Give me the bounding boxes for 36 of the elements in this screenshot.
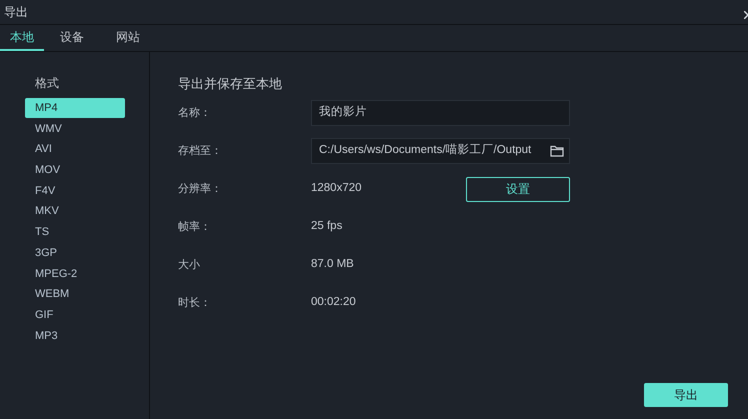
panel-title: 导出并保存至本地: [178, 75, 283, 93]
export-button[interactable]: 导出: [644, 383, 728, 407]
format-item[interactable]: 3GP: [25, 242, 125, 263]
field-value: 1280x720: [311, 181, 363, 196]
format-item[interactable]: GIF: [25, 304, 125, 325]
field-label: 分辨率：: [178, 182, 223, 197]
format-item[interactable]: MKV: [25, 201, 125, 222]
field-value: 25 fps: [311, 219, 344, 234]
tab[interactable]: 设备: [44, 25, 100, 51]
field-label: 帧率：: [178, 220, 212, 235]
field-label: 存档至：: [178, 144, 223, 159]
path-field[interactable]: C:/Users/ws/Documents/喵影工厂/Output: [311, 138, 570, 164]
folder-icon[interactable]: [550, 145, 564, 157]
field-label: 时长：: [178, 296, 212, 311]
close-icon[interactable]: [744, 11, 748, 19]
format-item[interactable]: WEBM: [25, 284, 125, 304]
format-item[interactable]: WMV: [25, 118, 125, 139]
format-item[interactable]: TS: [25, 222, 125, 242]
field-label: 名称：: [178, 106, 212, 121]
settings-button[interactable]: 设置: [466, 176, 570, 202]
tab[interactable]: 网站: [100, 25, 156, 51]
field-label: 大小: [178, 258, 201, 273]
field-value: 我的影片: [319, 104, 367, 120]
field-value: C:/Users/ws/Documents/喵影工厂/Output: [319, 142, 532, 158]
tab[interactable]: 本地: [0, 25, 44, 51]
field-value: 87.0 MB: [311, 257, 355, 272]
format-item[interactable]: F4V: [25, 180, 125, 201]
format-item[interactable]: AVI: [25, 139, 125, 160]
name-field[interactable]: 我的影片: [311, 100, 570, 126]
format-item[interactable]: MP3: [25, 326, 125, 346]
window-title: 导出: [4, 4, 28, 21]
format-item[interactable]: MPEG-2: [25, 264, 125, 284]
section-heading: 格式: [34, 75, 60, 92]
format-item[interactable]: MOV: [25, 160, 125, 180]
field-value: 00:02:20: [311, 295, 357, 310]
format-item[interactable]: MP4: [25, 98, 125, 118]
